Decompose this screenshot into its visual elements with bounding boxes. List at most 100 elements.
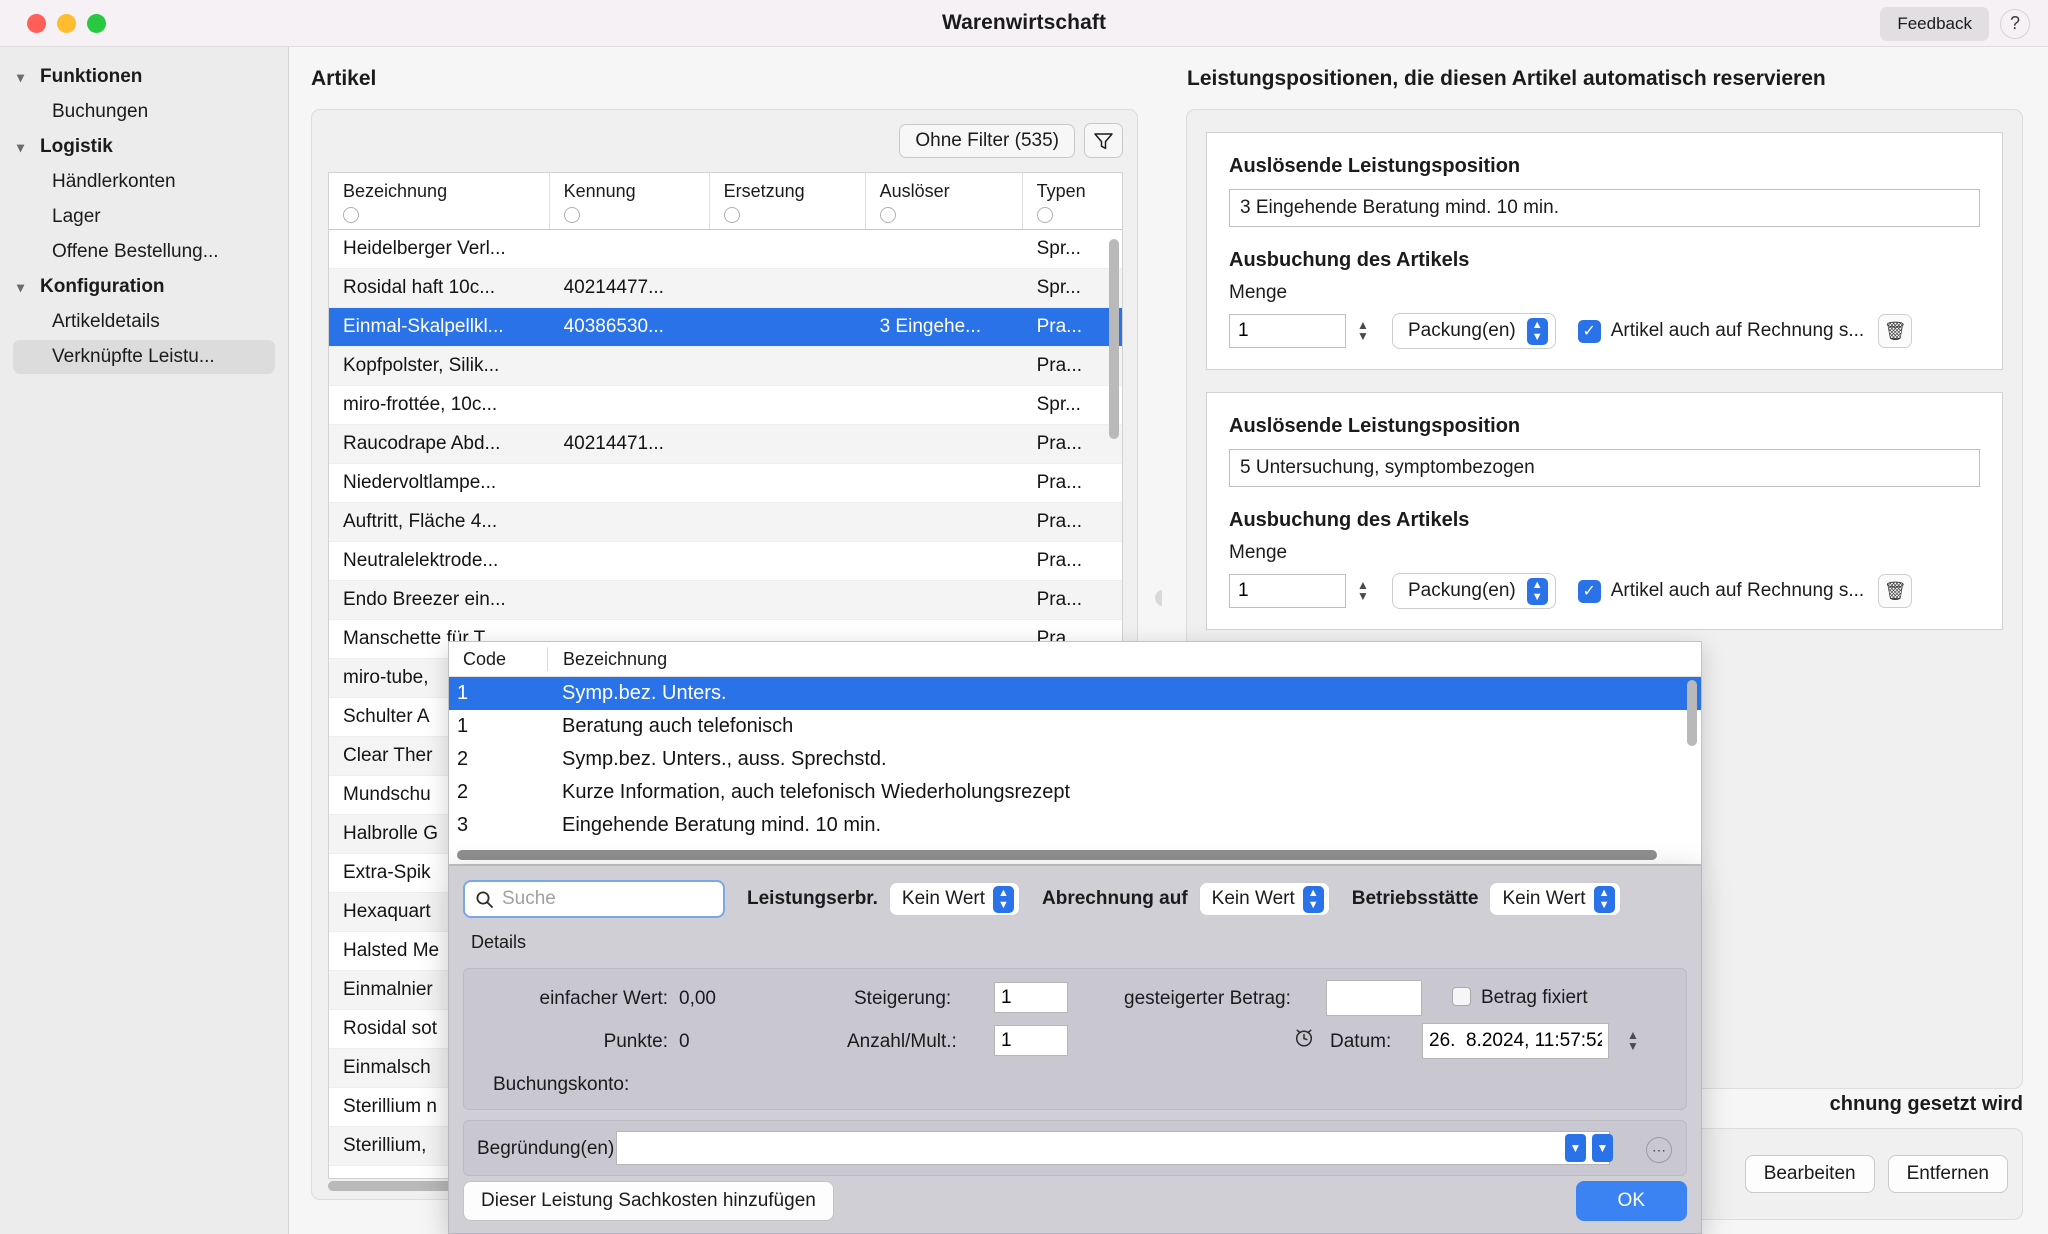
- picker-row[interactable]: 2 Symp.bez. Unters., auss. Sprechstd.: [449, 743, 1701, 776]
- trash-icon[interactable]: 🗑: [1878, 314, 1913, 348]
- sidebar-group-header[interactable]: ▾ Konfiguration: [0, 270, 288, 304]
- chevron-down-icon: ▾: [17, 278, 25, 295]
- table-row[interactable]: Heidelberger Verl... Spr...: [329, 230, 1122, 269]
- column-header-kennung[interactable]: Kennung: [550, 173, 710, 229]
- feedback-button[interactable]: Feedback: [1880, 6, 1989, 41]
- picker-row[interactable]: 1 Symp.bez. Unters.: [449, 677, 1701, 710]
- column-header-ersetzung[interactable]: Ersetzung: [710, 173, 866, 229]
- sidebar-item-lager[interactable]: Lager: [13, 200, 275, 234]
- menge-stepper[interactable]: ▲ ▼: [1352, 313, 1374, 349]
- datum-input[interactable]: [1422, 1023, 1609, 1059]
- chevron-down-icon[interactable]: ▼: [1565, 1134, 1586, 1162]
- sidebar-item-artikeldetails[interactable]: Artikeldetails: [13, 305, 275, 339]
- table-row[interactable]: Rosidal haft 10c... 40214477... Spr...: [329, 269, 1122, 308]
- steigerung-input[interactable]: [994, 982, 1068, 1013]
- table-row[interactable]: Neutralelektrode... Pra...: [329, 542, 1122, 581]
- table-cell-bezeichnung: Niedervoltlampe...: [343, 472, 497, 493]
- funnel-icon[interactable]: [1084, 123, 1123, 158]
- trash-icon[interactable]: 🗑: [1878, 574, 1913, 608]
- trigger-value-field[interactable]: [1229, 449, 1980, 487]
- help-icon[interactable]: ?: [2000, 8, 2030, 39]
- table-cell-ausloeser: 3 Eingehe...: [879, 316, 981, 337]
- search-input[interactable]: Suche: [463, 880, 725, 918]
- table-row[interactable]: Kopfpolster, Silik... Pra...: [329, 347, 1122, 386]
- table-row[interactable]: Raucodrape Abd... 40214471... Pra...: [329, 425, 1122, 464]
- table-row[interactable]: miro-frottée, 10c... Spr...: [329, 386, 1122, 425]
- ok-button[interactable]: OK: [1575, 1181, 1687, 1221]
- gesteigerter-betrag-input[interactable]: [1326, 980, 1422, 1016]
- table-cell-typen: Pra...: [1036, 589, 1082, 610]
- column-filter-radio[interactable]: [343, 207, 359, 223]
- anzahl-mult-input[interactable]: [994, 1025, 1068, 1056]
- entfernen-button[interactable]: Entfernen: [1887, 1155, 2008, 1193]
- column-header-ausloeser[interactable]: Auslöser: [866, 173, 1023, 229]
- bearbeiten-button[interactable]: Bearbeiten: [1744, 1155, 1875, 1193]
- leistungserbringer-select[interactable]: Kein Wert ▲ ▼: [888, 882, 1020, 916]
- chevron-updown-icon: ▲ ▼: [1526, 317, 1548, 345]
- table-cell-typen: Spr...: [1036, 277, 1081, 298]
- sidebar-item-buchungen[interactable]: Buchungen: [13, 95, 275, 129]
- title-bar-actions: Feedback ?: [1880, 0, 2030, 47]
- picker-row[interactable]: 3 Eingehende Beratung mind. 10 min.: [449, 809, 1701, 842]
- details-box: einfacher Wert: 0,00 Punkte: 0 Buchungsk…: [463, 968, 1687, 1110]
- chevron-double-down-icon[interactable]: ▼: [1592, 1134, 1613, 1162]
- table-row[interactable]: Endo Breezer ein... Pra...: [329, 581, 1122, 620]
- sidebar-item-verknuepfte-leistungen[interactable]: Verknüpfte Leistu...: [13, 340, 275, 374]
- table-cell-bezeichnung: Neutralelektrode...: [343, 550, 499, 571]
- trigger-label: Auslösende Leistungsposition: [1229, 155, 1521, 177]
- picker-cell-code: 2: [457, 781, 469, 803]
- sidebar-group-logistik[interactable]: ▾ Logistik Händlerkonten Lager Offene Be…: [0, 130, 288, 269]
- vertical-scrollbar[interactable]: [1109, 239, 1119, 439]
- column-filter-radio[interactable]: [563, 207, 580, 223]
- sidebar-group-funktionen[interactable]: ▾ Funktionen Buchungen: [0, 60, 288, 129]
- betriebsstaette-select[interactable]: Kein Wert ▲ ▼: [1489, 882, 1621, 916]
- window-title: Warenwirtschaft: [941, 11, 1107, 34]
- picker-horizontal-scrollbar[interactable]: [457, 850, 1657, 860]
- sidebar-group-header[interactable]: ▾ Logistik: [0, 130, 288, 164]
- menge-stepper[interactable]: ▲ ▼: [1352, 573, 1374, 609]
- menge-input[interactable]: [1229, 314, 1346, 348]
- column-filter-radio[interactable]: [1036, 207, 1053, 223]
- betrag-fixiert-checkbox[interactable]: [1452, 987, 1471, 1006]
- punkte-value: 0: [679, 1031, 690, 1052]
- table-row[interactable]: Niedervoltlampe... Pra...: [329, 464, 1122, 503]
- picker-cell-code: 2: [457, 748, 469, 770]
- unit-select[interactable]: Packung(en) ▲ ▼: [1392, 313, 1556, 349]
- table-row[interactable]: Einmal-Skalpellkl... 40386530... 3 Eingehe…: [329, 308, 1122, 347]
- sidebar-group-konfiguration[interactable]: ▾ Konfiguration Artikeldetails Verknüpft…: [0, 270, 288, 374]
- sidebar-item-haendlerkonten[interactable]: Händlerkonten: [13, 165, 275, 199]
- begruendung-input[interactable]: [616, 1131, 1610, 1165]
- menge-input[interactable]: [1229, 574, 1346, 608]
- sachkosten-hinzufuegen-button[interactable]: Dieser Leistung Sachkosten hinzufügen: [463, 1181, 834, 1221]
- column-header-typen[interactable]: Typen: [1023, 173, 1122, 229]
- column-filter-radio[interactable]: [723, 207, 740, 223]
- abrechnung-select[interactable]: Kein Wert ▲ ▼: [1198, 882, 1330, 916]
- picker-cell-code: 3: [457, 814, 469, 836]
- ellipsis-icon[interactable]: ⋯: [1646, 1137, 1672, 1163]
- picker-cell-bezeichnung: Eingehende Beratung mind. 10 min.: [562, 814, 882, 836]
- dialog-footer: Dieser Leistung Sachkosten hinzufügen OK: [449, 1173, 1701, 1233]
- leistungserbringer-value: Kein Wert: [901, 888, 985, 909]
- table-row[interactable]: Auftritt, Fläche 4... Pra...: [329, 503, 1122, 542]
- datum-stepper[interactable]: ▲ ▼: [1622, 1023, 1644, 1059]
- leistungsposition-picker-list[interactable]: Code Bezeichnung 1 Symp.bez. Unters. 1 Bera…: [448, 641, 1702, 865]
- rechnung-checkbox[interactable]: ✓: [1577, 319, 1601, 343]
- picker-vertical-scrollbar[interactable]: [1687, 680, 1697, 746]
- chevron-updown-icon: ▲ ▼: [993, 885, 1014, 913]
- column-filter-radio[interactable]: [879, 207, 896, 223]
- rechnung-checkbox-label: Artikel auch auf Rechnung s...: [1610, 580, 1865, 601]
- table-cell-typen: Pra...: [1036, 316, 1082, 337]
- table-cell-typen: Pra...: [1036, 355, 1082, 376]
- betrag-fixiert-label: Betrag fixiert: [1481, 987, 1588, 1008]
- sidebar-item-offene-bestellung[interactable]: Offene Bestellung...: [13, 235, 275, 269]
- unit-select[interactable]: Packung(en) ▲ ▼: [1392, 573, 1556, 609]
- leistung-detail-dialog: Suche Leistungserbr. Kein Wert ▲ ▼ Abrech…: [448, 865, 1702, 1234]
- trigger-value-field[interactable]: [1229, 189, 1980, 227]
- page-title: Artikel: [311, 67, 377, 90]
- rechnung-checkbox[interactable]: ✓: [1577, 579, 1601, 603]
- picker-row[interactable]: 1 Beratung auch telefonisch: [449, 710, 1701, 743]
- column-header-bezeichnung[interactable]: Bezeichnung: [329, 173, 550, 229]
- picker-row[interactable]: 2 Kurze Information, auch telefonisch Wie…: [449, 776, 1701, 809]
- filter-status-button[interactable]: Ohne Filter (535): [899, 123, 1075, 158]
- sidebar-group-header[interactable]: ▾ Funktionen: [0, 60, 288, 94]
